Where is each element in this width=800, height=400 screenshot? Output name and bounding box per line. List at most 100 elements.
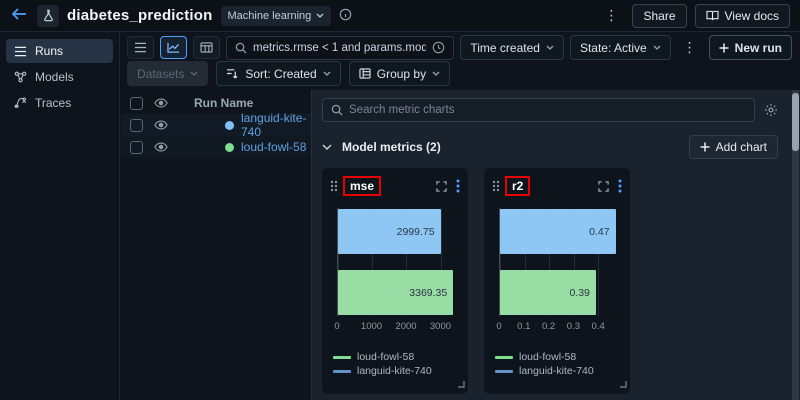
chart-card-header: mse	[330, 176, 460, 196]
gear-icon[interactable]	[764, 103, 778, 117]
metric-charts-search-box	[322, 98, 755, 122]
chevron-down-icon[interactable]	[322, 144, 332, 150]
plot-bars: 0.47 0.39	[500, 208, 618, 316]
query-time-icon[interactable]	[432, 41, 445, 54]
view-mode-list-button[interactable]	[127, 36, 154, 59]
time-created-dropdown[interactable]: Time created	[460, 35, 564, 60]
group-by-dropdown[interactable]: Group by	[349, 61, 450, 86]
add-chart-label: Add chart	[716, 140, 767, 154]
chart-cards: mse 2999.	[322, 168, 778, 394]
x-tick-label: 3000	[430, 321, 451, 332]
bar-row-loud-fowl-58: 0.39	[500, 270, 618, 315]
sort-label: Sort: Created	[245, 67, 316, 81]
chart-card-actions	[598, 179, 622, 193]
view-docs-button[interactable]: View docs	[695, 4, 790, 28]
bar: 0.39	[500, 270, 596, 315]
runs-search-box	[226, 36, 454, 60]
plot-bars: 2999.75 3369.35	[338, 208, 456, 316]
share-button[interactable]: Share	[632, 4, 686, 28]
state-filter-dropdown[interactable]: State: Active	[570, 35, 671, 60]
section-title: Model metrics (2)	[342, 140, 441, 154]
model-metrics-section-header: Model metrics (2) Add chart	[322, 135, 778, 159]
runs-list-icon	[14, 46, 27, 57]
header-overflow-menu-icon[interactable]: ⋮	[598, 7, 624, 24]
toolbar-row-2: Datasets Sort: Created Group by	[121, 62, 800, 89]
legend-label: loud-fowl-58	[357, 351, 414, 363]
run-name-column-header[interactable]: Run Name	[194, 96, 253, 110]
bar-value-label: 0.47	[589, 226, 609, 238]
add-chart-button[interactable]: Add chart	[689, 135, 778, 159]
resize-handle-icon[interactable]	[619, 377, 627, 391]
info-icon[interactable]	[339, 8, 352, 24]
chart-title: mse	[345, 178, 379, 194]
new-run-button[interactable]: New run	[709, 35, 792, 60]
scrollbar-thumb[interactable]	[792, 93, 799, 151]
sidebar-item-models[interactable]: Models	[6, 65, 113, 89]
time-created-label: Time created	[470, 41, 540, 55]
runs-search-input[interactable]	[253, 42, 426, 54]
view-mode-chart-button[interactable]	[160, 36, 187, 59]
legend-entry[interactable]: loud-fowl-58	[333, 350, 460, 364]
chevron-down-icon	[323, 71, 331, 76]
chart-view-icon	[167, 42, 180, 53]
datasets-dropdown[interactable]: Datasets	[127, 61, 208, 86]
bar: 0.47	[500, 209, 616, 254]
bar-value-label: 3369.35	[409, 287, 447, 299]
drag-handle-icon[interactable]	[492, 180, 500, 192]
visibility-eye-icon[interactable]	[154, 142, 168, 152]
bar: 2999.75	[338, 209, 441, 254]
chart-menu-icon[interactable]	[456, 179, 460, 193]
sidebar-traces-label: Traces	[35, 96, 71, 110]
expand-icon[interactable]	[598, 181, 609, 192]
group-by-label: Group by	[377, 67, 426, 81]
chart-legend: loud-fowl-58languid-kite-740	[495, 350, 622, 378]
bar-plot: 0.47 0.39	[499, 208, 618, 316]
search-icon	[331, 104, 343, 116]
x-tick-label: 0.4	[592, 321, 605, 332]
back-arrow-icon[interactable]	[10, 8, 29, 24]
experiment-type-badge[interactable]: Machine learning	[221, 6, 332, 26]
chart-title: r2	[507, 178, 528, 194]
experiment-type-label: Machine learning	[228, 10, 312, 22]
drag-handle-icon[interactable]	[330, 180, 338, 192]
run-color-dot	[225, 143, 234, 152]
x-tick-label: 0.1	[517, 321, 530, 332]
legend-entry[interactable]: loud-fowl-58	[495, 350, 622, 364]
legend-label: languid-kite-740	[357, 365, 432, 377]
run-name-link[interactable]: loud-fowl-58	[241, 140, 306, 154]
run-checkbox[interactable]	[130, 119, 143, 132]
sidebar-runs-label: Runs	[35, 44, 63, 58]
run-row-languid-kite-740[interactable]: languid-kite-740	[121, 114, 311, 136]
mlflow-app: diabetes_prediction Machine learning ⋮ S…	[0, 0, 800, 400]
sidebar-item-traces[interactable]: Traces	[6, 91, 113, 115]
sort-dropdown[interactable]: Sort: Created	[216, 61, 340, 86]
x-tick-label: 0.2	[542, 321, 555, 332]
group-by-icon	[359, 68, 371, 79]
metric-charts-search-input[interactable]	[349, 104, 746, 116]
panel-scrollbar[interactable]	[792, 90, 799, 400]
run-name-link[interactable]: languid-kite-740	[241, 111, 311, 139]
runs-table: Run Name languid-kite-740 loud	[121, 90, 311, 400]
toolbar-overflow-menu-icon[interactable]: ⋮	[677, 39, 703, 56]
visibility-eye-icon[interactable]	[154, 120, 168, 130]
chevron-down-icon	[190, 71, 198, 76]
expand-icon[interactable]	[436, 181, 447, 192]
select-all-checkbox[interactable]	[130, 97, 143, 110]
x-tick-label: 2000	[395, 321, 416, 332]
legend-swatch	[333, 356, 351, 359]
run-checkbox[interactable]	[130, 141, 143, 154]
resize-handle-icon[interactable]	[457, 377, 465, 391]
state-filter-label: State: Active	[580, 41, 647, 55]
chevron-down-icon	[546, 45, 554, 50]
run-row-loud-fowl-58[interactable]: loud-fowl-58	[121, 136, 311, 158]
legend-entry[interactable]: languid-kite-740	[495, 364, 622, 378]
chevron-down-icon	[316, 13, 324, 18]
view-mode-table-button[interactable]	[193, 36, 220, 59]
legend-entry[interactable]: languid-kite-740	[333, 364, 460, 378]
view-docs-label: View docs	[725, 9, 779, 23]
datasets-label: Datasets	[137, 67, 184, 81]
metric-charts-panel: Model metrics (2) Add chart	[311, 90, 800, 400]
visibility-all-eye-icon[interactable]	[154, 98, 168, 108]
sidebar-item-runs[interactable]: Runs	[6, 39, 113, 63]
chart-menu-icon[interactable]	[618, 179, 622, 193]
